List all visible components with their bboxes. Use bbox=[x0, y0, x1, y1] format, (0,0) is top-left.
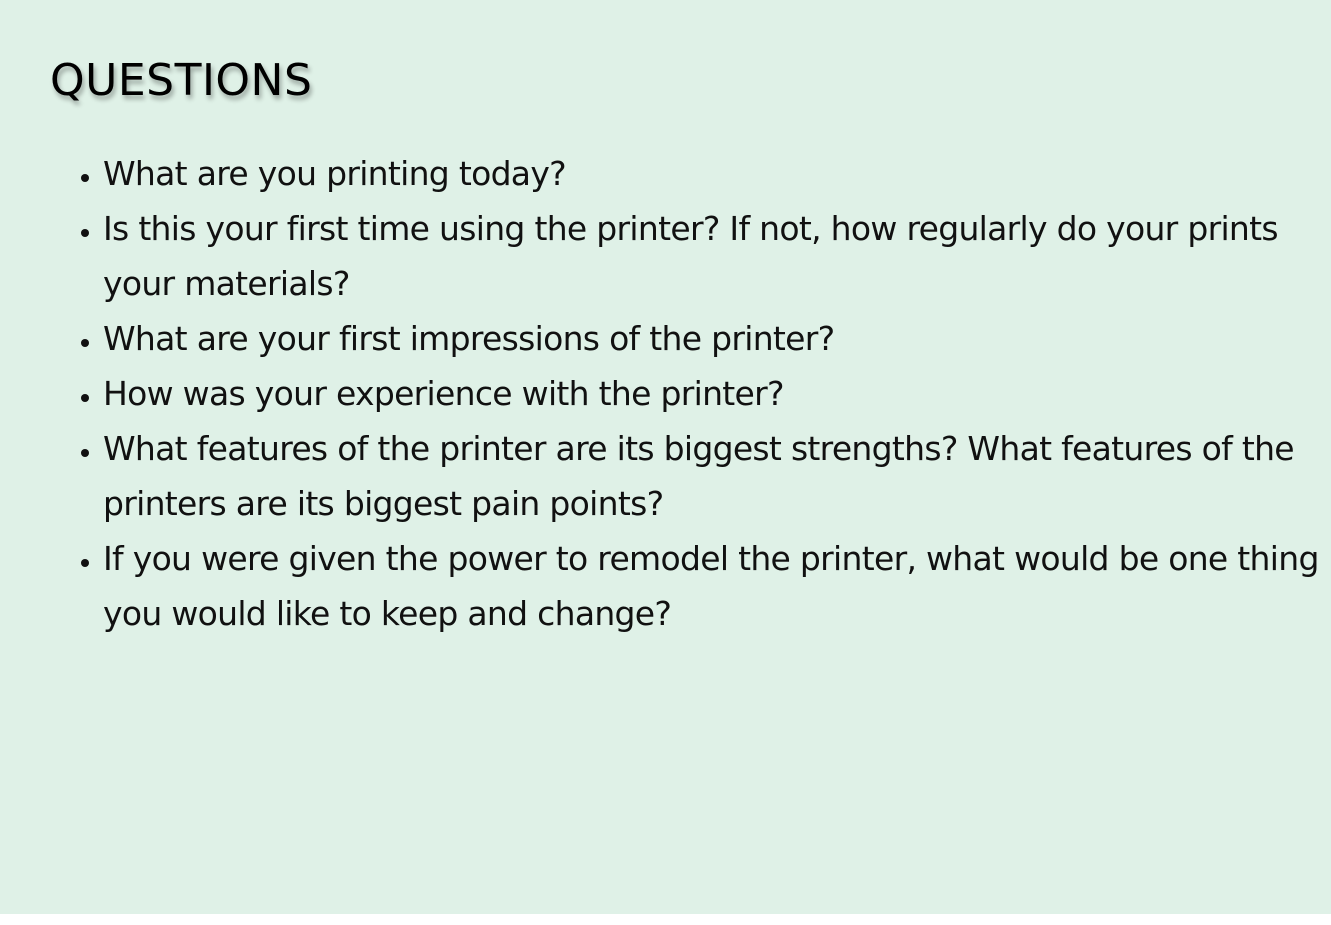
page-title: QUESTIONS bbox=[50, 55, 313, 106]
questions-list: What are you printing today? Is this you… bbox=[64, 146, 1331, 641]
list-item-question-4: How was your experience with the printer… bbox=[103, 366, 1331, 421]
list-item-question-3: What are your first impressions of the p… bbox=[103, 311, 1331, 366]
questions-card: QUESTIONS What are you printing today? I… bbox=[0, 0, 1331, 914]
list-item-question-6: If you were given the power to remodel t… bbox=[103, 531, 1331, 641]
list-item-question-2: Is this your first time using the printe… bbox=[103, 201, 1331, 311]
list-item-question-1: What are you printing today? bbox=[103, 146, 1331, 201]
list-item-question-5: What features of the printer are its big… bbox=[103, 421, 1331, 531]
